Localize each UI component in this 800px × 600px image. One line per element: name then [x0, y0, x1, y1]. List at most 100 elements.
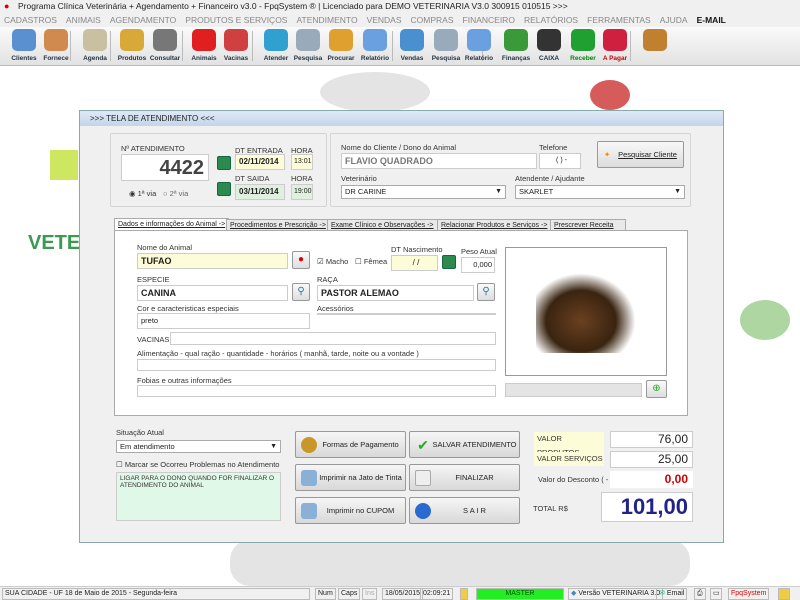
client-name-field[interactable]: FLAVIO QUADRADO: [341, 153, 537, 169]
menu-item[interactable]: PRODUTOS E SERVIÇOS: [185, 13, 287, 27]
toolbar-button-vacinas[interactable]: Vacinas: [218, 29, 254, 65]
calendar-birth-button[interactable]: [442, 255, 456, 269]
toolbar-label: Produtos: [117, 55, 147, 62]
toolbar-button-a pagar[interactable]: A Pagar: [597, 29, 633, 65]
paw-button[interactable]: ●: [292, 251, 310, 269]
phobias-field[interactable]: [137, 385, 496, 397]
toolbar-button-pesquisa[interactable]: Pesquisa: [428, 29, 464, 65]
monitor-icon[interactable]: ▭: [710, 588, 722, 600]
entry-date-field[interactable]: 02/11/2014: [235, 154, 285, 170]
accessories-field[interactable]: [317, 313, 496, 315]
finalize-button[interactable]: FINALIZAR: [409, 464, 520, 491]
toolbar-button-relatório[interactable]: Relatório: [357, 29, 393, 65]
toolbar-button-animais[interactable]: Animais: [186, 29, 222, 65]
color-field[interactable]: preto: [137, 313, 310, 329]
breed-field[interactable]: PASTOR ALEMAO: [317, 285, 474, 301]
exit-button[interactable]: S A I R: [409, 497, 520, 524]
status-email-label: Email: [666, 590, 685, 597]
vaccines-field[interactable]: [170, 332, 496, 345]
menu-item[interactable]: RELATÓRIOS: [524, 13, 578, 27]
feeding-label: Alimentação - qual ração - quantidade - …: [137, 349, 419, 358]
add-photo-button[interactable]: ⊕: [646, 380, 667, 398]
menu-item[interactable]: FINANCEIRO: [463, 13, 515, 27]
toolbar-button-pesquisa[interactable]: Pesquisa: [290, 29, 326, 65]
phobias-label: Fobias e outras informações: [137, 376, 232, 385]
user-icon: [460, 588, 468, 600]
people-icon: ✦: [604, 150, 611, 159]
print-inkjet-button[interactable]: Imprimir na Jato de Tinta: [295, 464, 406, 491]
menu-item[interactable]: AJUDA: [660, 13, 688, 27]
toolbar-label: Relatório: [360, 55, 390, 62]
dog-photo-image: [536, 273, 636, 353]
radio-first-label: 1ª via: [137, 189, 157, 198]
window-title: Programa Clínica Veterinária + Agendamen…: [18, 1, 568, 11]
problems-checkbox[interactable]: ☐ Marcar se Ocorreu Problemas no Atendim…: [116, 460, 279, 469]
menu-item[interactable]: COMPRAS: [411, 13, 454, 27]
calendar-entry-button[interactable]: [217, 156, 231, 170]
search-species-button[interactable]: ⚲: [292, 283, 310, 301]
female-checkbox[interactable]: ☐ Fêmea: [355, 257, 387, 266]
background-dog-image: [320, 72, 430, 112]
radio-second-copy[interactable]: ○ 2ª via: [163, 189, 188, 198]
printer-icon[interactable]: ⎙: [694, 588, 706, 600]
menu-item[interactable]: CADASTROS: [4, 13, 57, 27]
status-caps: Caps: [338, 588, 361, 600]
search-breed-button[interactable]: ⚲: [477, 283, 495, 301]
search-client-button[interactable]: ✦ Pesquisar Cliente: [597, 141, 684, 168]
menu-item[interactable]: ATENDIMENTO: [296, 13, 357, 27]
phone-field[interactable]: ( ) -: [539, 153, 581, 169]
animal-name-field[interactable]: TUFAO: [137, 253, 288, 269]
toolbar-button-atender[interactable]: Atender: [258, 29, 294, 65]
produtos-icon: [120, 29, 144, 51]
payment-methods-button[interactable]: Formas de Pagamento: [295, 431, 406, 458]
vet-select[interactable]: DR CARINE ▼: [341, 185, 506, 199]
toolbar-label: Vacinas: [223, 55, 249, 62]
animal-data-panel: Nome do Animal TUFAO ● ☑ Macho ☐ Fêmea D…: [114, 230, 688, 416]
menu-item[interactable]: VENDAS: [367, 13, 402, 27]
toolbar-button-fornece[interactable]: Fornece: [38, 29, 74, 65]
print-receipt-button[interactable]: Imprimir no CUPOM: [295, 497, 406, 524]
toolbar-button-relatório[interactable]: Relatório: [461, 29, 497, 65]
consultar-icon: [153, 29, 177, 51]
toolbar-button-clientes[interactable]: Clientes: [6, 29, 42, 65]
status-bar: SUA CIDADE - UF 18 de Maio de 2015 - Seg…: [0, 586, 800, 600]
toolbar-label: A Pagar: [602, 55, 628, 62]
status-ins: Ins: [362, 588, 378, 600]
toolbar-button-vendas[interactable]: Vendas: [394, 29, 430, 65]
toolbar-button-extra[interactable]: [637, 29, 673, 65]
notes-textarea[interactable]: LIGAR PARA O DONO QUANDO FOR FINALIZAR O…: [116, 472, 281, 521]
calendar-exit-button[interactable]: [217, 182, 231, 196]
discount-field[interactable]: 0,00: [610, 471, 693, 488]
pesquisa-icon: [434, 29, 458, 51]
toolbar-button-consultar[interactable]: Consultar: [147, 29, 183, 65]
feeding-field[interactable]: [137, 359, 496, 371]
toolbar-button-finanças[interactable]: Finanças: [498, 29, 534, 65]
toolbar-button-caixa[interactable]: CAIXA: [531, 29, 567, 65]
birth-date-label: DT Nascimento: [391, 245, 443, 254]
exit-date-field[interactable]: 03/11/2014: [235, 184, 285, 200]
client-group: Nome do Cliente / Dono do Animal FLAVIO …: [330, 133, 691, 207]
exit-time-field[interactable]: 19:00: [291, 184, 313, 200]
vet-value: DR CARINE: [345, 187, 387, 196]
menu-item[interactable]: FERRAMENTAS: [587, 13, 651, 27]
entry-time-field[interactable]: 13:01: [291, 154, 313, 170]
toolbar-label: Relatório: [464, 55, 494, 62]
procurar-icon: [329, 29, 353, 51]
save-attendance-button[interactable]: ✔ SALVAR ATENDIMENTO: [409, 431, 520, 458]
radio-first-copy[interactable]: ◉ 1ª via: [129, 189, 156, 198]
status-select[interactable]: Em atendimento ▼: [116, 440, 281, 453]
status-email[interactable]: ✉ Email: [656, 588, 688, 600]
menu-item[interactable]: E-MAIL: [697, 13, 726, 27]
toolbar-button-agenda[interactable]: Agenda: [77, 29, 113, 65]
toolbar-button-receber[interactable]: Receber: [565, 29, 601, 65]
menu-item[interactable]: ANIMAIS: [66, 13, 101, 27]
male-checkbox[interactable]: ☑ Macho: [317, 257, 348, 266]
toolbar-button-produtos[interactable]: Produtos: [114, 29, 150, 65]
menu-item[interactable]: AGENDAMENTO: [110, 13, 176, 27]
assistant-select[interactable]: SKARLET ▼: [515, 185, 685, 199]
weight-field[interactable]: 0,000: [461, 257, 495, 273]
toolbar-button-procurar[interactable]: Procurar: [323, 29, 359, 65]
birth-date-field[interactable]: / /: [391, 255, 438, 271]
status-time: 02:09:21: [420, 588, 454, 600]
species-field[interactable]: CANINA: [137, 285, 288, 301]
